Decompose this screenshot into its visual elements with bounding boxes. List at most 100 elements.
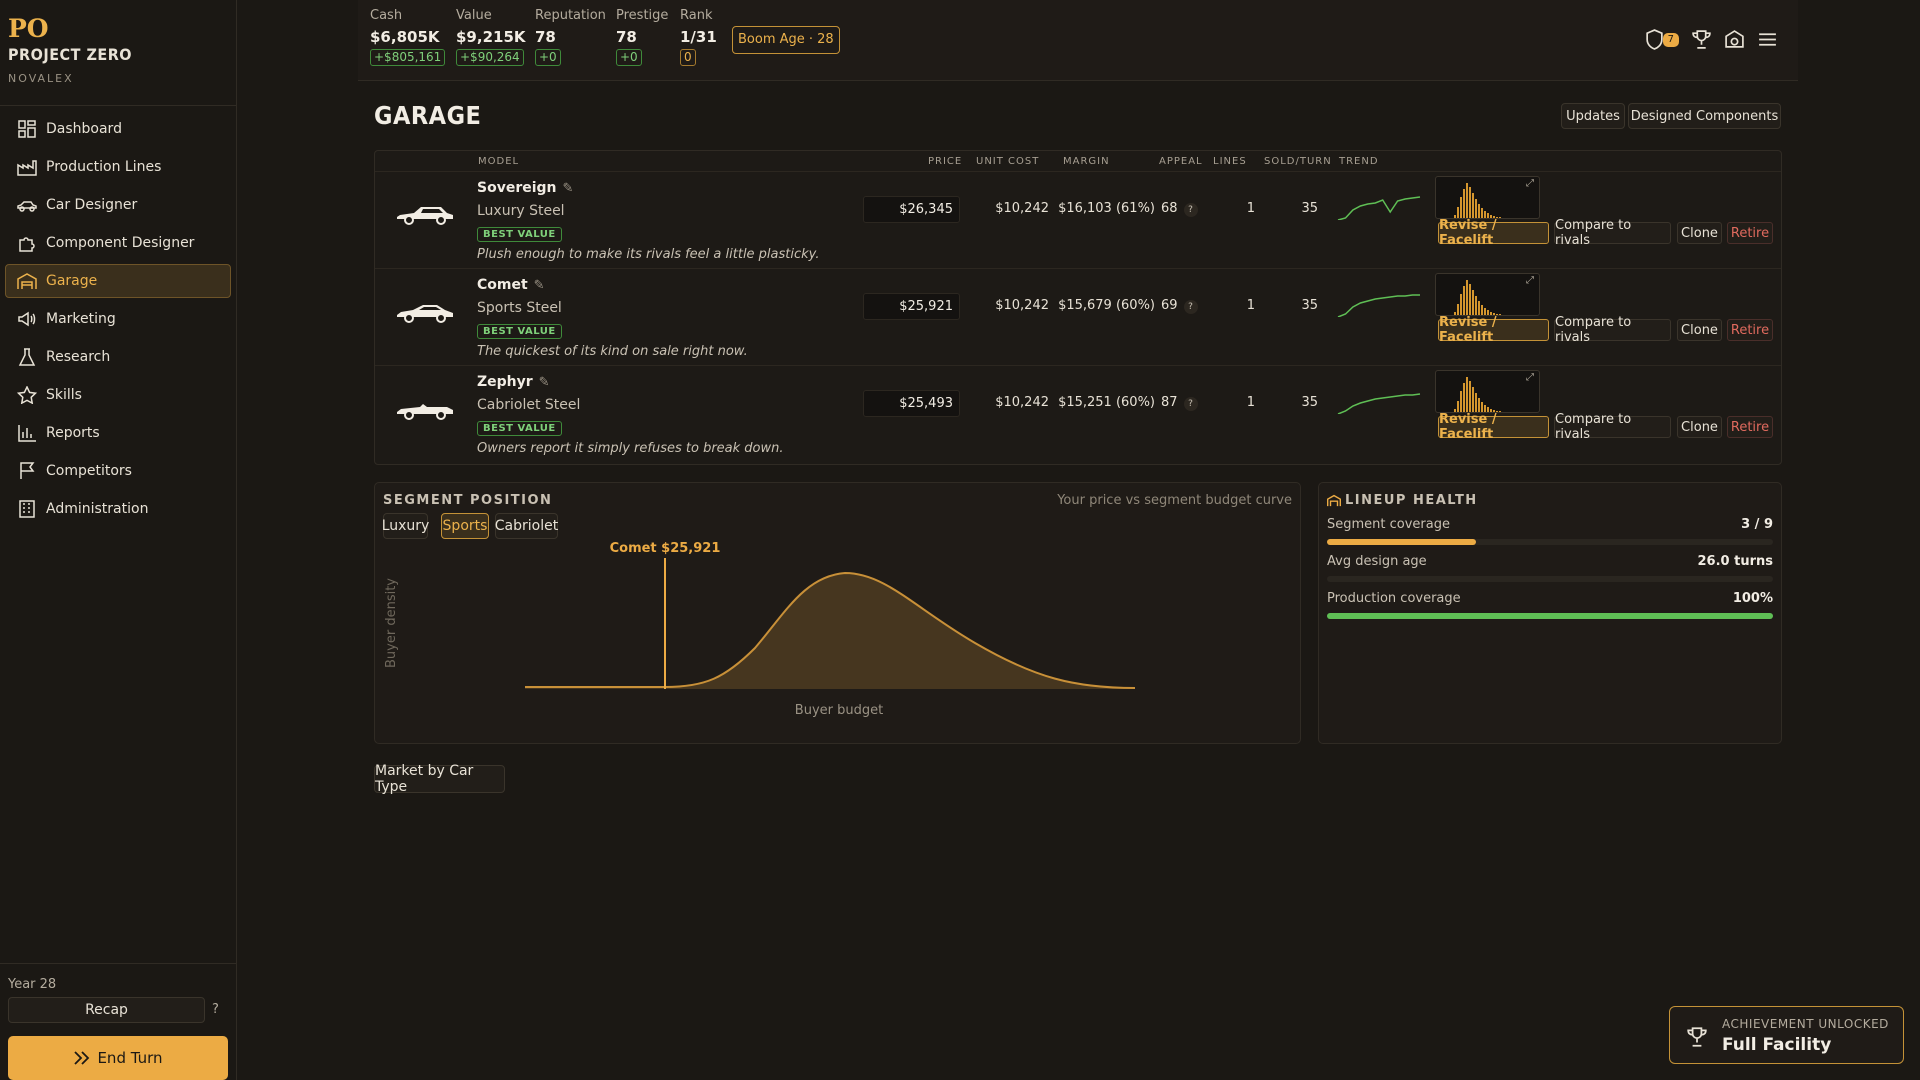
lineup-health-panel: LINEUP HEALTH Segment coverage 3 / 9 Avg…	[1318, 482, 1782, 744]
column-header-unit-cost: UNIT COST	[976, 156, 1040, 167]
histogram-bar	[1475, 393, 1477, 412]
sidebar-item-label: Competitors	[46, 463, 132, 479]
column-header-appeal: APPEAL	[1159, 156, 1203, 167]
clone-button[interactable]: Clone	[1677, 319, 1722, 341]
tab-cabriolet[interactable]: Cabriolet	[495, 513, 558, 539]
stat-delta: +$90,264	[456, 49, 524, 66]
appeal-help-icon[interactable]: ?	[1183, 397, 1198, 411]
boom-age-badge[interactable]: Boom Age · 28	[732, 26, 840, 54]
sidebar-item-garage[interactable]: Garage	[5, 264, 231, 298]
logo: PO PROJECT ZERO NOVALEX	[0, 0, 236, 85]
bar-chart-icon	[18, 425, 36, 442]
edit-name-icon[interactable]: ✎	[563, 181, 574, 196]
expand-icon[interactable]: ⤢	[1526, 178, 1534, 189]
edit-name-icon[interactable]: ✎	[539, 375, 550, 390]
sidebar-item-label: Marketing	[46, 311, 116, 327]
sidebar-item-label: Reports	[46, 425, 100, 441]
histogram-bars	[1454, 183, 1501, 218]
trophy-icon[interactable]	[1691, 29, 1712, 50]
price-input[interactable]: $25,921	[863, 293, 960, 320]
trend-sparkline	[1337, 196, 1421, 220]
retire-button[interactable]: Retire	[1727, 319, 1773, 341]
compare-to-rivals-button[interactable]: Compare to rivals	[1554, 315, 1671, 345]
appeal: 69?	[1161, 298, 1203, 314]
margin: $15,251 (60%)	[1058, 395, 1155, 410]
column-header-sold-per-turn: SOLD/TURN	[1264, 156, 1332, 167]
health-bar-fill	[1327, 539, 1476, 545]
stat-label: Reputation	[535, 8, 606, 23]
sidebar-item-research[interactable]: Research	[5, 340, 231, 374]
panel-title-text: LINEUP HEALTH	[1345, 493, 1478, 508]
factory-icon	[17, 160, 37, 176]
end-turn-label: End Turn	[97, 1049, 163, 1067]
histogram-bar	[1463, 383, 1465, 412]
compare-to-rivals-button[interactable]: Compare to rivals	[1554, 412, 1671, 442]
clone-button[interactable]: Clone	[1677, 416, 1722, 438]
sidebar-item-marketing[interactable]: Marketing	[5, 302, 231, 336]
top-stats-bar: Cash $6,805K +$805,161 Value $9,215K +$9…	[358, 0, 1798, 81]
achievement-toast[interactable]: ACHIEVEMENT UNLOCKED Full Facility	[1669, 1006, 1904, 1064]
menu-icon[interactable]	[1757, 29, 1778, 50]
camera-icon[interactable]	[1724, 29, 1745, 50]
stat-value: 1/31	[680, 28, 717, 46]
shield-icon[interactable]	[1644, 29, 1665, 50]
edit-name-icon[interactable]: ✎	[534, 278, 545, 293]
revise-facelift-button[interactable]: Revise / Facelift	[1438, 315, 1549, 345]
market-by-car-type-button[interactable]: Market by Car Type	[374, 763, 505, 795]
designed-components-button[interactable]: Designed Components	[1628, 103, 1781, 129]
appeal-help-icon[interactable]: ?	[1183, 203, 1198, 217]
histogram-bar	[1475, 199, 1477, 218]
demand-histogram[interactable]: ⤢	[1435, 370, 1540, 413]
expand-icon[interactable]: ⤢	[1526, 275, 1534, 286]
tab-sports[interactable]: Sports	[441, 513, 489, 539]
appeal: 87?	[1161, 395, 1203, 411]
column-header-margin: MARGIN	[1063, 156, 1110, 167]
model-description: Plush enough to make its rivals feel a l…	[477, 247, 820, 262]
model-type: Sports Steel	[477, 300, 562, 316]
help-button[interactable]: ?	[212, 1002, 219, 1017]
toast-title: ACHIEVEMENT UNLOCKED	[1722, 1017, 1889, 1031]
model-type: Luxury Steel	[477, 203, 565, 219]
health-bar	[1327, 576, 1773, 582]
building-icon	[19, 500, 35, 518]
best-value-badge: BEST VALUE	[477, 227, 562, 242]
clone-button[interactable]: Clone	[1677, 222, 1722, 244]
demand-histogram[interactable]: ⤢	[1435, 273, 1540, 316]
revise-facelift-button[interactable]: Revise / Facelift	[1438, 412, 1549, 442]
updates-button[interactable]: Updates	[1561, 103, 1625, 129]
sidebar-item-skills[interactable]: Skills	[5, 378, 231, 412]
retire-button[interactable]: Retire	[1727, 416, 1773, 438]
demand-histogram[interactable]: ⤢	[1435, 176, 1540, 219]
panel-subtitle: Your price vs segment budget curve	[1057, 493, 1292, 508]
compare-to-rivals-button[interactable]: Compare to rivals	[1554, 218, 1671, 248]
sidebar-item-production-lines[interactable]: Production Lines	[5, 150, 231, 184]
revise-facelift-button[interactable]: Revise / Facelift	[1438, 218, 1549, 248]
tab-luxury[interactable]: Luxury	[382, 513, 429, 539]
price-input[interactable]: $26,345	[863, 196, 960, 223]
sidebar-item-reports[interactable]: Reports	[5, 416, 231, 450]
sidebar-item-dashboard[interactable]: Dashboard	[5, 112, 231, 146]
sidebar-item-component-designer[interactable]: Component Designer	[5, 226, 231, 260]
histogram-bar	[1478, 204, 1480, 218]
price-input[interactable]: $25,493	[863, 390, 960, 417]
histogram-bar	[1460, 294, 1462, 315]
sidebar-item-car-designer[interactable]: Car Designer	[5, 188, 231, 222]
x-axis-label: Buyer budget	[795, 703, 883, 718]
stat-prestige: Prestige 78 +0	[616, 8, 668, 66]
recap-button[interactable]: Recap	[8, 997, 205, 1023]
appeal-help-icon[interactable]: ?	[1183, 300, 1198, 314]
top-icons: 7	[1632, 29, 1778, 50]
flag-icon	[20, 462, 35, 479]
stat-value: $6,805K	[370, 28, 440, 46]
model-name: Zephyr ✎	[477, 374, 550, 390]
stat-value: $9,215K	[456, 28, 526, 46]
model-name-text: Sovereign	[477, 180, 557, 196]
histogram-bar	[1460, 391, 1462, 412]
end-turn-button[interactable]: End Turn	[8, 1036, 228, 1080]
histogram-bar	[1460, 197, 1462, 218]
sidebar-item-administration[interactable]: Administration	[5, 492, 231, 526]
expand-icon[interactable]: ⤢	[1526, 372, 1534, 383]
sidebar-item-competitors[interactable]: Competitors	[5, 454, 231, 488]
retire-button[interactable]: Retire	[1727, 222, 1773, 244]
appeal-value: 87	[1161, 395, 1178, 410]
